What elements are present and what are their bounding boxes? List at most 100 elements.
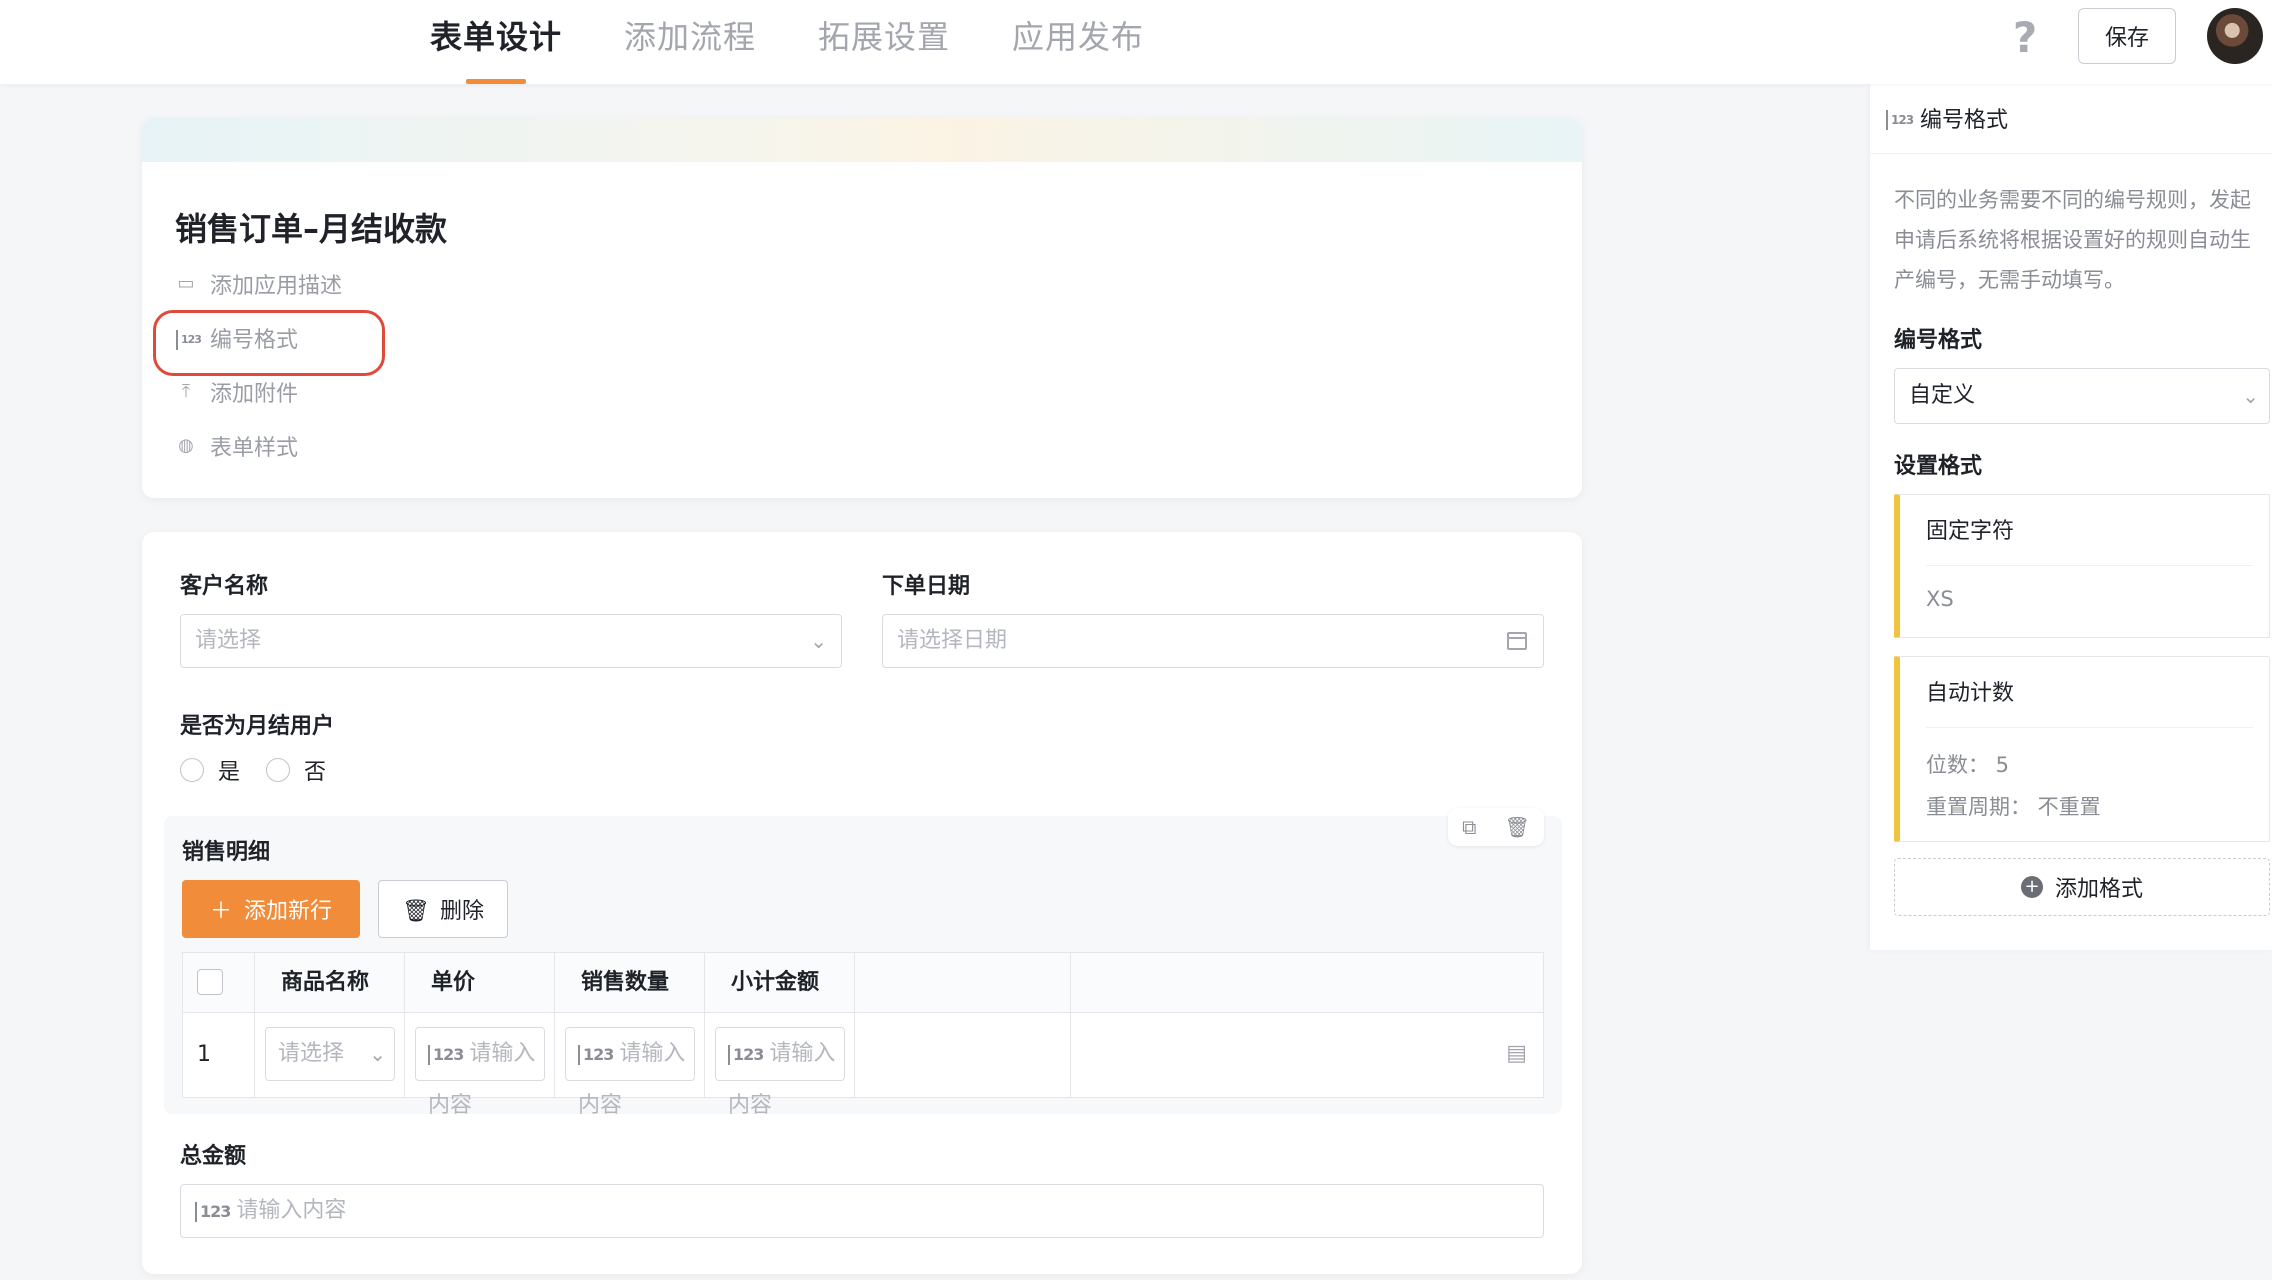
select-all-cell (183, 953, 255, 1013)
counter-reset: 重置周期： 不重置 (1926, 795, 2101, 819)
copy-icon[interactable]: ⧉ (1462, 815, 1476, 839)
number-icon: 123 (195, 1202, 231, 1222)
col-empty (855, 953, 1071, 1013)
plus-icon: ＋ (209, 899, 232, 924)
add-attachment-link[interactable]: ⤒ 添加附件 (176, 376, 298, 408)
price-input[interactable]: 123 请输入内容 (415, 1027, 545, 1118)
customer-select[interactable]: 请选择 ⌄ (180, 614, 842, 668)
comment-icon: ▭ (177, 273, 195, 294)
customer-label: 客户名称 (180, 574, 269, 599)
cell-price: 123 请输入内容 (405, 1013, 555, 1118)
counter-digits: 位数： 5 (1926, 753, 2010, 777)
add-format-button[interactable]: + 添加格式 (1894, 858, 2270, 916)
form-body-card: 客户名称 请选择 ⌄ 下单日期 请选择日期 是否为月结用户 是 否 ⧉ 🗑 销售… (142, 532, 1582, 1274)
step-tabs: 表单设计 添加流程 拓展设置 应用发布 (430, 0, 1206, 84)
palette-icon: ◍ (178, 435, 194, 456)
number-icon: 123 (428, 1045, 464, 1065)
add-attachment-label: 添加附件 (210, 382, 299, 407)
total-label: 总金额 (180, 1144, 247, 1169)
plus-circle-icon: + (2020, 876, 2043, 898)
format-label: 编号格式 (1894, 328, 1983, 353)
auto-counter-card[interactable]: 自动计数 位数： 5 重置周期： 不重置 (1894, 656, 2270, 842)
table-header: 商品名称 单价 销售数量 小计金额 (183, 953, 1543, 1013)
tab-app-publish[interactable]: 应用发布 (1012, 0, 1144, 84)
calendar-icon (1507, 632, 1527, 650)
subtotal-input[interactable]: 123 请输入内容 (715, 1027, 845, 1118)
tab-add-process[interactable]: 添加流程 (624, 0, 756, 84)
cell-subtotal: 123 请输入内容 (705, 1013, 855, 1118)
format-value: 自定义 (1909, 383, 1976, 408)
select-all-checkbox[interactable] (197, 969, 223, 995)
monthly-user-label: 是否为月结用户 (180, 714, 335, 739)
fixed-chars-title: 固定字符 (1926, 519, 2015, 544)
divider (1926, 565, 2253, 566)
add-description-label: 添加应用描述 (210, 274, 343, 299)
top-bar: 表单设计 添加流程 拓展设置 应用发布 ? 保存 (0, 0, 2272, 84)
order-date-placeholder: 请选择日期 (897, 628, 1008, 653)
cell-actions: ▤ (1071, 1013, 1543, 1097)
auto-counter-title: 自动计数 (1926, 681, 2015, 706)
delete-button[interactable]: 🗑 删除 (378, 880, 508, 938)
sales-detail-subform: ⧉ 🗑 销售明细 ＋ 添加新行 🗑 删除 商品名称 单价 销售数量 小计金额 1 (164, 808, 1562, 1118)
chevron-down-icon: ⌄ (810, 629, 827, 653)
radio-yes[interactable]: 是 (180, 754, 240, 786)
subform-actions: ⧉ 🗑 (1448, 808, 1544, 846)
chevron-down-icon: ⌄ (2242, 384, 2259, 408)
col-subtotal: 小计金额 (705, 953, 855, 1013)
trash-icon: 🗑 (402, 899, 430, 924)
divider (1926, 727, 2253, 728)
subform-title: 销售明细 (182, 840, 271, 865)
tab-form-design[interactable]: 表单设计 (430, 0, 562, 84)
avatar[interactable] (2207, 8, 2263, 64)
detail-table: 商品名称 单价 销售数量 小计金额 1 请选择 ⌄ 123 请输入内容 123 … (182, 952, 1544, 1118)
add-row-button[interactable]: ＋ 添加新行 (182, 880, 360, 938)
delete-label: 删除 (439, 899, 484, 924)
form-style-link[interactable]: ◍ 表单样式 (176, 430, 298, 462)
product-placeholder: 请选择 (278, 1041, 345, 1066)
cell-qty: 123 请输入内容 (555, 1013, 705, 1118)
number-icon: 123 (578, 1045, 614, 1065)
customer-placeholder: 请选择 (195, 628, 262, 653)
save-button[interactable]: 保存 (2078, 8, 2176, 64)
number-format-link[interactable]: 123 编号格式 (176, 322, 298, 354)
row-index: 1 (183, 1013, 255, 1097)
upload-icon: ⤒ (182, 381, 190, 402)
col-price: 单价 (405, 953, 555, 1013)
add-description-link[interactable]: ▭ 添加应用描述 (176, 268, 342, 300)
fixed-chars-card[interactable]: 固定字符 XS (1894, 494, 2270, 638)
number-format-label: 编号格式 (210, 328, 299, 353)
radio-no[interactable]: 否 (266, 754, 326, 786)
total-placeholder: 请输入内容 (236, 1198, 347, 1223)
help-icon[interactable]: ? (2005, 10, 2045, 66)
number-format-icon: 123 (176, 328, 202, 350)
panel-header: 123 编号格式 (1870, 84, 2272, 154)
properties-panel: 123 编号格式 不同的业务需要不同的编号规则，发起申请后系统将根据设置好的规则… (1870, 84, 2272, 950)
form-header-card: 销售订单–月结收款 ▭ 添加应用描述 123 编号格式 ⤒ 添加附件 ◍ 表单样… (142, 118, 1582, 498)
fixed-chars-value: XS (1926, 587, 1954, 611)
number-format-icon: 123 (1886, 110, 1914, 130)
panel-description: 不同的业务需要不同的编号规则，发起申请后系统将根据设置好的规则自动生产编号，无需… (1894, 188, 2251, 292)
total-input[interactable]: 123 请输入内容 (180, 1184, 1544, 1238)
form-title[interactable]: 销售订单–月结收款 (175, 204, 447, 250)
row-edit-icon[interactable]: ▤ (1506, 1041, 1527, 1066)
form-style-label: 表单样式 (210, 436, 299, 461)
product-select[interactable]: 请选择 ⌄ (265, 1027, 395, 1081)
add-row-label: 添加新行 (244, 899, 333, 924)
panel-title: 编号格式 (1920, 108, 2009, 133)
order-date-picker[interactable]: 请选择日期 (882, 614, 1544, 668)
chevron-down-icon: ⌄ (369, 1042, 386, 1066)
qty-input[interactable]: 123 请输入内容 (565, 1027, 695, 1118)
cell-product: 请选择 ⌄ (255, 1013, 405, 1097)
tab-extension-settings[interactable]: 拓展设置 (818, 0, 950, 84)
radio-no-label: 否 (304, 760, 327, 785)
col-qty: 销售数量 (555, 953, 705, 1013)
radio-circle (180, 758, 204, 782)
add-format-label: 添加格式 (2054, 877, 2143, 902)
cell-empty (855, 1013, 1071, 1097)
number-icon: 123 (728, 1045, 764, 1065)
settings-label: 设置格式 (1894, 454, 1983, 479)
format-select[interactable]: 自定义 ⌄ (1894, 368, 2270, 424)
trash-icon[interactable]: 🗑 (1505, 815, 1530, 839)
col-product: 商品名称 (255, 953, 405, 1013)
header-banner (142, 118, 1582, 162)
